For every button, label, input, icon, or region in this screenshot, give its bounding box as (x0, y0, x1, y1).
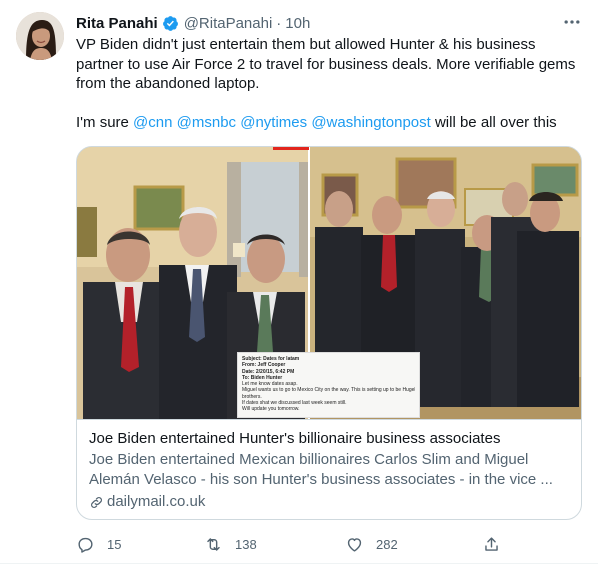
separator-dot: · (276, 14, 282, 32)
like-count: 282 (376, 536, 398, 552)
tweet-actions: 15 138 282 (76, 530, 582, 558)
more-options-icon[interactable] (562, 12, 582, 32)
avatar-image (16, 12, 64, 60)
tweet[interactable]: Rita Panahi @RitaPanahi · 10h VP Biden d… (0, 0, 598, 564)
like-button[interactable]: 282 (345, 530, 398, 558)
heart-icon (347, 537, 362, 552)
mention-washingtonpost[interactable]: @washingtonpost (311, 114, 430, 131)
link-card[interactable]: Subject: Dates for latam From: Jeff Coop… (76, 146, 582, 520)
card-title[interactable]: Joe Biden entertained Hunter's billionai… (89, 429, 569, 449)
reply-count: 15 (107, 536, 122, 552)
display-name[interactable]: Rita Panahi (76, 15, 158, 32)
tweet-text-prefix: I'm sure (76, 113, 134, 131)
avatar[interactable] (16, 12, 64, 60)
mention-cnn[interactable]: @cnn (133, 114, 172, 131)
retweet-icon (207, 537, 220, 551)
reply-icon (78, 537, 93, 553)
card-domain-text[interactable]: dailymail.co.uk (107, 492, 205, 512)
card-domain[interactable]: dailymail.co.uk (89, 492, 569, 512)
tweet-text-suffix: will be all over this (430, 113, 557, 131)
share-icon (485, 536, 498, 551)
mention-nytimes[interactable]: @nytimes (240, 114, 307, 131)
card-description: Joe Biden entertained Mexican billionair… (89, 451, 553, 488)
tweet-header: Rita Panahi @RitaPanahi · 10h (76, 12, 582, 34)
email-line: Miguel wants us to go to Mexico City on … (242, 387, 415, 394)
share-button[interactable] (482, 530, 501, 558)
verified-badge-icon (162, 15, 178, 31)
retweet-button[interactable]: 138 (204, 530, 257, 558)
user-handle[interactable]: @RitaPanahi (184, 15, 273, 32)
email-line: Will update you tomorrow. (242, 406, 300, 413)
email-screenshot: Subject: Dates for latam From: Jeff Coop… (237, 352, 420, 418)
link-icon (91, 496, 102, 508)
tweet-time[interactable]: 10h (285, 15, 310, 32)
tweet-text: VP Biden didn't just entertain them but … (76, 35, 576, 132)
reply-button[interactable]: 15 (76, 530, 121, 558)
card-meta[interactable]: Joe Biden entertained Hunter's billionai… (77, 419, 581, 519)
tweet-text-paragraph-1: VP Biden didn't just entertain them but … (76, 36, 576, 93)
retweet-count: 138 (235, 536, 257, 552)
card-image[interactable]: Subject: Dates for latam From: Jeff Coop… (77, 147, 581, 419)
mention-msnbc[interactable]: @msnbc (177, 114, 236, 131)
tweet-text-paragraph-2: I'm sure @cnn @msnbc @nytimes @washingto… (76, 113, 576, 133)
